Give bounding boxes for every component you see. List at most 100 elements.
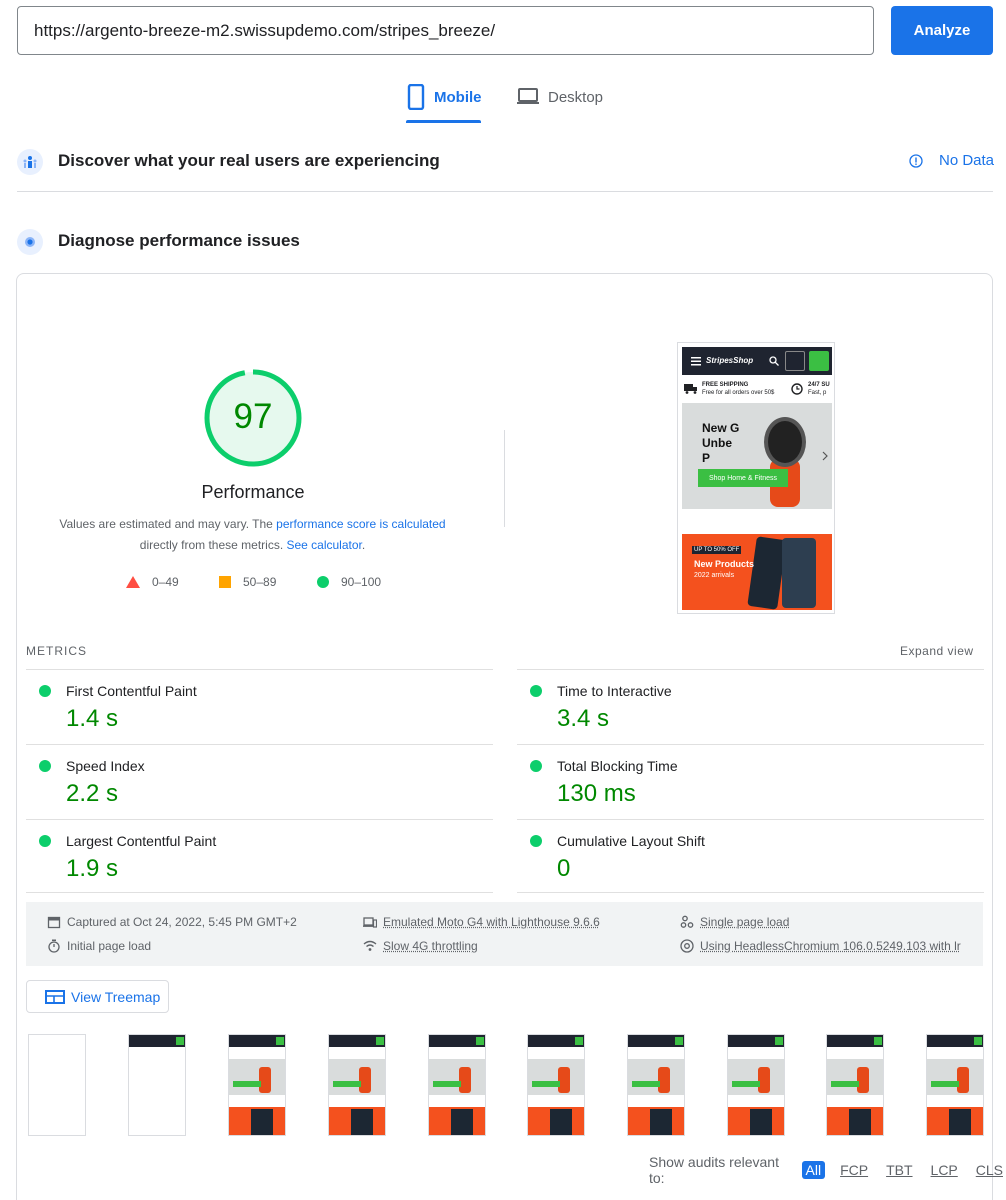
frame-header bbox=[229, 1035, 285, 1047]
pass-dot bbox=[39, 835, 51, 847]
filmstrip-frame bbox=[826, 1034, 884, 1136]
pass-dot bbox=[39, 685, 51, 697]
frame-strap bbox=[957, 1067, 969, 1093]
info-icon bbox=[909, 153, 923, 168]
desc-text-3: . bbox=[361, 538, 366, 552]
performance-score: 97 bbox=[233, 397, 273, 436]
frame-strap bbox=[259, 1067, 271, 1093]
pass-dot bbox=[39, 760, 51, 772]
view-treemap-label: View Treemap bbox=[71, 988, 161, 1005]
filter-tbt[interactable]: TBT bbox=[883, 1162, 915, 1178]
hero-title-line-3: P bbox=[702, 451, 711, 465]
frame-button bbox=[831, 1081, 859, 1087]
cart-icon bbox=[809, 351, 829, 371]
legend-fail: 0–49 bbox=[126, 575, 179, 589]
metric-name: Total Blocking Time bbox=[557, 758, 678, 774]
frame-header bbox=[827, 1035, 883, 1047]
vertical-divider bbox=[504, 430, 505, 527]
wifi-icon bbox=[363, 940, 377, 951]
frame-hero bbox=[927, 1059, 983, 1095]
performance-title: Performance bbox=[201, 482, 305, 502]
browser-info-label: Using HeadlessChromium 106.0.5249.103 wi… bbox=[700, 939, 961, 953]
metric-value: 2.2 s bbox=[66, 780, 119, 807]
phone-image bbox=[747, 536, 787, 610]
filter-all[interactable]: All bbox=[801, 1161, 826, 1179]
final-screenshot[interactable]: StripesShop FREE SHIPPING Free for all o… bbox=[677, 342, 835, 614]
metric-value: 0 bbox=[557, 855, 571, 882]
frame-cart bbox=[176, 1037, 184, 1045]
metric-tti: Time to Interactive 3.4 s bbox=[517, 669, 984, 744]
promo-title: New Products bbox=[694, 559, 755, 569]
account-icon bbox=[785, 351, 805, 371]
url-input[interactable] bbox=[17, 6, 874, 55]
legend-pass-label: 90–100 bbox=[341, 575, 382, 589]
filter-lcp[interactable]: LCP bbox=[928, 1162, 961, 1178]
chrome-icon bbox=[680, 939, 694, 953]
metrics-label: METRICS bbox=[26, 644, 87, 658]
frame-hero bbox=[728, 1059, 784, 1095]
frame-phone bbox=[849, 1109, 871, 1135]
support-info: 24/7 SU Fast, p bbox=[808, 381, 830, 397]
frame-button bbox=[333, 1081, 361, 1087]
desc-text-1: Values are estimated and may vary. The bbox=[59, 517, 277, 531]
no-data-indicator[interactable]: No Data bbox=[909, 152, 994, 169]
runtime-settings bbox=[26, 902, 983, 966]
smartphone-icon bbox=[407, 84, 425, 110]
filmstrip-frame bbox=[428, 1034, 486, 1136]
green-circle-icon bbox=[317, 576, 329, 588]
filter-cls[interactable]: CLS bbox=[973, 1162, 1006, 1178]
frame-strap bbox=[359, 1067, 371, 1093]
filmstrip-frame bbox=[627, 1034, 685, 1136]
shipping-info: FREE SHIPPING Free for all orders over 5… bbox=[702, 381, 774, 397]
metric-value: 1.9 s bbox=[66, 855, 119, 882]
performance-description: Values are estimated and may vary. The p… bbox=[50, 514, 455, 556]
users-icon bbox=[17, 149, 43, 175]
tab-desktop[interactable]: Desktop bbox=[516, 84, 603, 124]
support-sub: Fast, p bbox=[808, 390, 827, 396]
tab-mobile[interactable]: Mobile bbox=[406, 84, 482, 124]
session-type[interactable]: Single page load bbox=[680, 915, 789, 929]
frame-hero bbox=[827, 1059, 883, 1095]
frame-cart bbox=[874, 1037, 882, 1045]
screenshot-header: StripesShop bbox=[682, 347, 832, 375]
metric-name: Largest Contentful Paint bbox=[66, 833, 217, 849]
legend-fail-label: 0–49 bbox=[152, 575, 179, 589]
field-data-title: Discover what your real users are experi… bbox=[58, 151, 440, 170]
frame-promo bbox=[827, 1107, 883, 1135]
truck-icon bbox=[684, 384, 697, 394]
frame-promo bbox=[528, 1107, 584, 1135]
filmstrip-frame bbox=[527, 1034, 585, 1136]
chevron-right-icon bbox=[822, 451, 828, 461]
frame-button bbox=[233, 1081, 261, 1087]
emulated-device[interactable]: Emulated Moto G4 with Lighthouse 9.6.6 bbox=[363, 915, 600, 929]
frame-cart bbox=[276, 1037, 284, 1045]
browser-info[interactable]: Using HeadlessChromium 106.0.5249.103 wi… bbox=[680, 939, 961, 953]
frame-hero bbox=[628, 1059, 684, 1095]
metrics-divider bbox=[517, 892, 984, 893]
promo-tag: UP TO 50% OFF bbox=[692, 546, 742, 554]
metric-value: 3.4 s bbox=[557, 705, 610, 732]
view-treemap-button[interactable]: View Treemap bbox=[26, 980, 169, 1013]
see-calculator-link[interactable]: See calculator bbox=[286, 538, 361, 552]
initial-page-load-label: Initial page load bbox=[67, 939, 152, 953]
metric-tbt: Total Blocking Time 130 ms bbox=[517, 744, 984, 819]
metric-fcp: First Contentful Paint 1.4 s bbox=[26, 669, 493, 744]
filter-fcp[interactable]: FCP bbox=[837, 1162, 871, 1178]
pass-dot bbox=[530, 835, 542, 847]
captured-at-label: Captured at Oct 24, 2022, 5:45 PM GMT+2 bbox=[67, 915, 297, 929]
support-title: 24/7 SU bbox=[808, 382, 830, 388]
frame-header bbox=[628, 1035, 684, 1047]
filmstrip-frame bbox=[727, 1034, 785, 1136]
desc-text-2: directly from these metrics. bbox=[139, 538, 287, 552]
throttling[interactable]: Slow 4G throttling bbox=[363, 939, 478, 953]
filmstrip-frame bbox=[926, 1034, 984, 1136]
expand-view-toggle[interactable]: Expand view bbox=[900, 644, 974, 658]
legend-pass: 90–100 bbox=[317, 575, 381, 589]
frame-promo bbox=[628, 1107, 684, 1135]
performance-score-link[interactable]: performance score is calculated bbox=[276, 517, 445, 531]
frame-cart bbox=[974, 1037, 982, 1045]
metric-cls: Cumulative Layout Shift 0 bbox=[517, 819, 984, 894]
frame-cart bbox=[675, 1037, 683, 1045]
analyze-button[interactable]: Analyze bbox=[891, 6, 993, 55]
phone-image-2 bbox=[782, 538, 816, 608]
